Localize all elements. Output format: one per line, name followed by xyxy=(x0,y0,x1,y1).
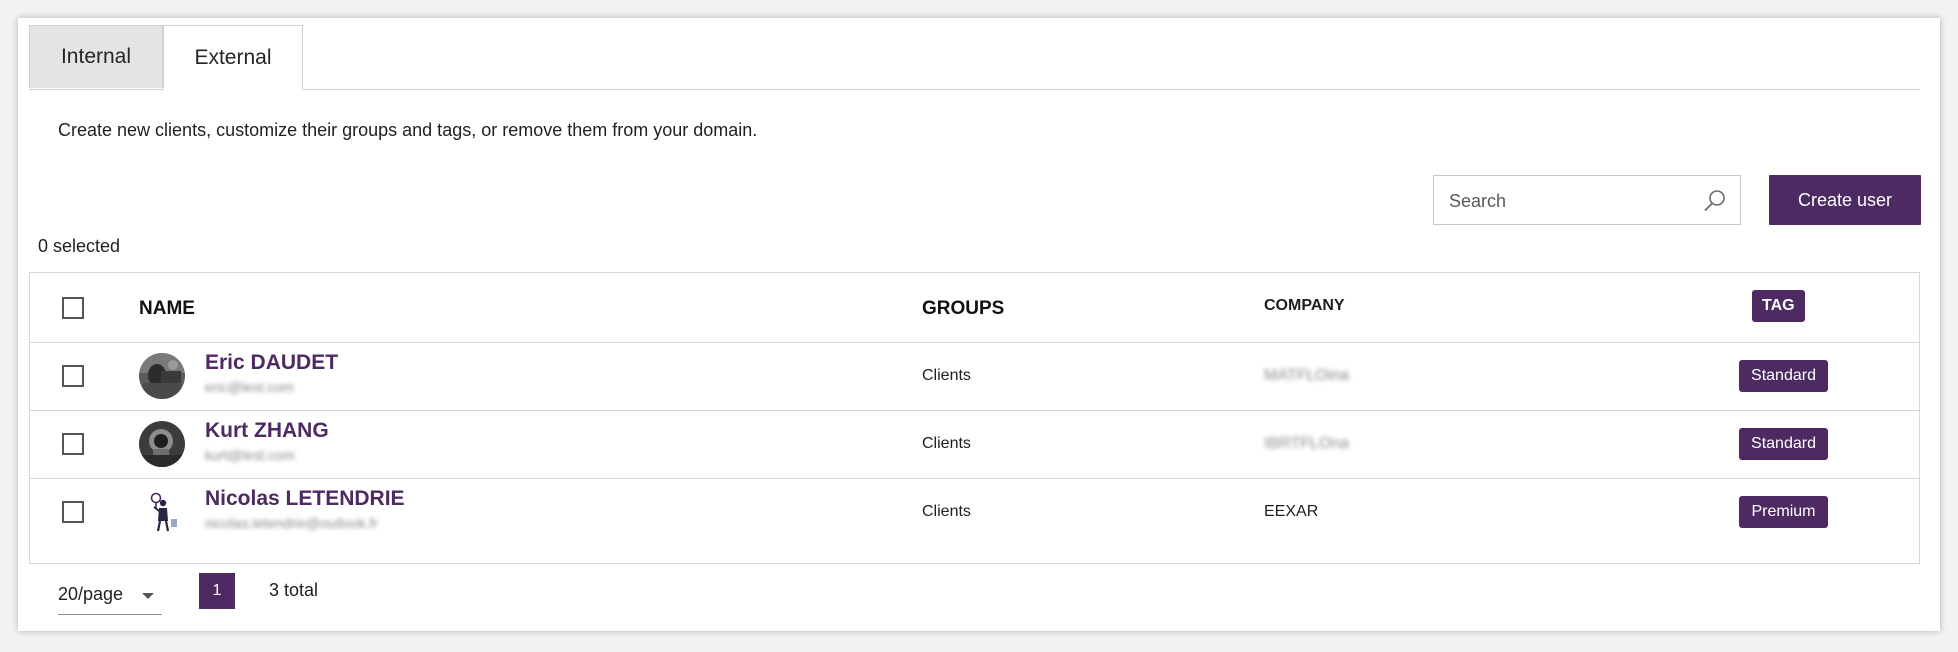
user-company: EEXAR xyxy=(1264,503,1319,520)
row-checkbox[interactable] xyxy=(62,365,84,387)
table-row[interactable]: Eric DAUDET eric@lest.com Clients MATFLO… xyxy=(30,343,1919,411)
user-management-card: Internal External Create new clients, cu… xyxy=(18,18,1940,631)
page-description: Create new clients, customize their grou… xyxy=(58,120,758,140)
selection-count: 0 selected xyxy=(38,236,121,256)
tab-internal[interactable]: Internal xyxy=(29,25,163,88)
table-row[interactable]: Kurt ZHANG kurt@lest.com Clients IBRTFLO… xyxy=(30,411,1919,479)
avatar xyxy=(139,421,185,467)
user-name[interactable]: Nicolas LETENDRIE xyxy=(205,487,405,511)
select-all-checkbox[interactable] xyxy=(62,297,84,319)
tag-badge[interactable]: Premium xyxy=(1739,496,1828,528)
column-header-company[interactable]: COMPANY xyxy=(1264,297,1345,315)
search-icon[interactable] xyxy=(1702,188,1728,214)
user-company: MATFLOina xyxy=(1264,367,1350,384)
avatar xyxy=(139,353,185,399)
search-input[interactable] xyxy=(1447,176,1691,226)
column-header-groups[interactable]: GROUPS xyxy=(922,298,1004,320)
tab-bar: Internal External xyxy=(29,25,1920,90)
user-group: Clients xyxy=(922,367,971,384)
tag-badge[interactable]: Standard xyxy=(1739,428,1828,460)
user-group: Clients xyxy=(922,503,971,520)
users-table: NAME GROUPS COMPANY TAG Eric DAUDET eric… xyxy=(29,272,1920,564)
user-email: eric@lest.com xyxy=(205,379,294,395)
tag-badge[interactable]: Standard xyxy=(1739,360,1828,392)
chevron-down-icon[interactable] xyxy=(142,593,154,599)
column-header-name[interactable]: NAME xyxy=(139,298,195,320)
search-box[interactable] xyxy=(1433,175,1741,226)
user-name[interactable]: Eric DAUDET xyxy=(205,351,338,375)
user-email: nicolas.letendrie@outlook.fr xyxy=(205,515,378,531)
table-row[interactable]: Nicolas LETENDRIE nicolas.letendrie@outl… xyxy=(30,479,1919,547)
column-header-tag[interactable]: TAG xyxy=(1752,290,1805,322)
user-name[interactable]: Kurt ZHANG xyxy=(205,419,329,443)
page-number-button[interactable]: 1 xyxy=(199,573,235,609)
avatar xyxy=(139,489,185,535)
user-email: kurt@lest.com xyxy=(205,447,295,463)
row-checkbox[interactable] xyxy=(62,501,84,523)
page-size-label: 20/page xyxy=(58,584,124,604)
table-header-row: NAME GROUPS COMPANY TAG xyxy=(30,273,1919,343)
page-size-select[interactable]: 20/page xyxy=(58,578,162,615)
user-company: IBRTFLOna xyxy=(1264,435,1350,452)
tab-external[interactable]: External xyxy=(163,25,303,90)
create-user-button[interactable]: Create user xyxy=(1769,175,1921,225)
row-checkbox[interactable] xyxy=(62,433,84,455)
user-group: Clients xyxy=(922,435,971,452)
total-count: 3 total xyxy=(269,580,319,600)
